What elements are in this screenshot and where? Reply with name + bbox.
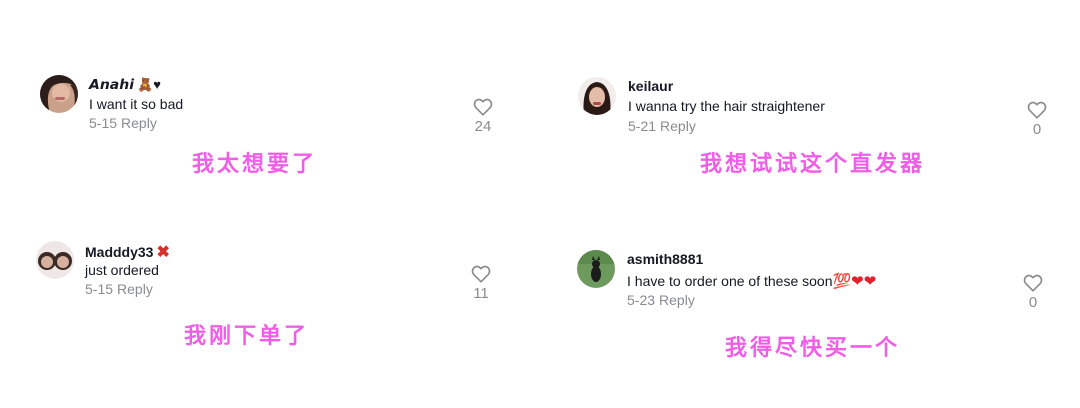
translation-caption: 我太想要了 bbox=[192, 151, 318, 177]
heart-icon bbox=[471, 265, 491, 283]
comment-date: 5-15 bbox=[89, 115, 118, 131]
like-count: 11 bbox=[473, 285, 489, 302]
like-count: 0 bbox=[1032, 121, 1042, 138]
reply-button[interactable]: Reply bbox=[117, 281, 153, 297]
avatar[interactable] bbox=[36, 241, 74, 279]
comment-text-body: I have to order one of these soon bbox=[627, 273, 833, 289]
comment-emoji: 💯❤❤ bbox=[832, 273, 877, 290]
username[interactable]: Madddy33 ✖ bbox=[85, 242, 170, 262]
translation-caption: 我得尽快买一个 bbox=[725, 335, 901, 361]
comment-meta: 5-21 Reply bbox=[628, 118, 696, 134]
avatar[interactable] bbox=[578, 77, 616, 115]
comment-text: I wanna try the hair straightener bbox=[628, 98, 825, 114]
like-button[interactable]: 24 bbox=[468, 98, 498, 135]
reply-button[interactable]: Reply bbox=[660, 118, 696, 134]
comment-text: I want it so bad bbox=[89, 96, 184, 112]
translation-caption: 我想试试这个直发器 bbox=[700, 151, 926, 177]
like-button[interactable]: 0 bbox=[1018, 274, 1048, 311]
avatar[interactable] bbox=[577, 250, 615, 288]
comment-meta: 5-23 Reply bbox=[627, 292, 695, 308]
like-button[interactable]: 0 bbox=[1022, 101, 1052, 138]
comment-meta: 5-15 Reply bbox=[89, 115, 157, 131]
heart-icon bbox=[1023, 274, 1043, 292]
reply-button[interactable]: Reply bbox=[659, 292, 695, 308]
comment-date: 5-15 bbox=[85, 281, 114, 297]
like-button[interactable]: 11 bbox=[466, 265, 496, 302]
comment-date: 5-21 bbox=[628, 118, 657, 134]
username-text: Madddy33 bbox=[85, 244, 154, 260]
username-emoji: ✖ bbox=[156, 244, 170, 261]
translation-caption: 我刚下单了 bbox=[184, 323, 310, 349]
username[interactable]: keilaur bbox=[628, 78, 673, 94]
like-count: 24 bbox=[474, 118, 492, 135]
username-text: 𝘼𝙣𝙖𝙝𝙞 bbox=[89, 76, 135, 92]
avatar[interactable] bbox=[40, 75, 78, 113]
comment-text: I have to order one of these soon💯❤❤ bbox=[627, 272, 876, 290]
like-count: 0 bbox=[1028, 294, 1038, 311]
heart-icon bbox=[1027, 101, 1047, 119]
heart-icon bbox=[473, 98, 493, 116]
reply-button[interactable]: Reply bbox=[121, 115, 157, 131]
comment-meta: 5-15 Reply bbox=[85, 281, 153, 297]
username[interactable]: 𝘼𝙣𝙖𝙝𝙞 🧸♥ bbox=[89, 76, 161, 93]
username-emoji: 🧸♥ bbox=[137, 77, 161, 92]
username[interactable]: asmith8881 bbox=[627, 251, 703, 267]
comment-text: just ordered bbox=[85, 262, 159, 278]
comment-date: 5-23 bbox=[627, 292, 656, 308]
